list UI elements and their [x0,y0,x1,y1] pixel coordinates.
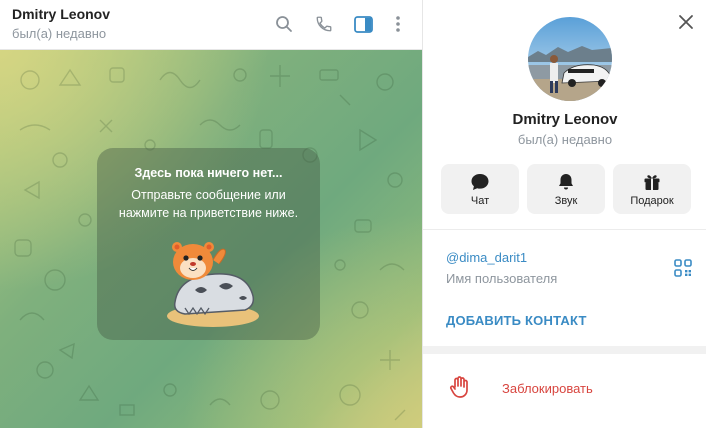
close-icon[interactable] [676,12,696,32]
empty-chat-text: Отправьте сообщение или нажмите на приве… [118,188,299,220]
empty-chat-title: Здесь пока ничего нет... [134,166,283,180]
sound-button-label: Звук [554,195,578,207]
profile-status: был(а) недавно [517,132,613,147]
block-user-button[interactable]: Заблокировать [423,362,706,414]
chat-header: Dmitry Leonov был(а) недавно [0,0,422,50]
profile-name: Dmitry Leonov [512,111,618,128]
sidebar-toggle-icon[interactable] [352,13,374,35]
add-contact-button[interactable]: ДОБАВИТЬ КОНТАКТ [446,313,587,328]
gift-button[interactable]: Подарок [613,164,691,214]
chat-icon [471,174,489,190]
divider [423,229,706,230]
username-label: Имя пользователя [446,271,558,286]
username-link[interactable]: @dima_darit1 [446,250,527,265]
phone-icon[interactable] [313,13,335,35]
gift-icon [644,175,660,190]
chat-title[interactable]: Dmitry Leonov [12,6,110,22]
profile-panel: Dmitry Leonov был(а) недавно Чат Звук По… [422,0,706,428]
search-icon[interactable] [273,13,295,35]
chat-area: Dmitry Leonov был(а) недавно Здесь пока … [0,0,422,428]
chat-button[interactable]: Чат [441,164,519,214]
bell-icon [559,174,573,190]
empty-chat-card: Здесь пока ничего нет... Отправьте сообщ… [97,148,320,340]
greeting-sticker[interactable] [155,232,265,328]
more-vertical-icon[interactable] [387,13,409,35]
avatar[interactable] [528,17,612,101]
section-divider [423,346,706,354]
block-user-label: Заблокировать [502,381,593,396]
chat-background: Здесь пока ничего нет... Отправьте сообщ… [0,50,422,428]
chat-status: был(а) недавно [12,26,107,41]
gift-button-label: Подарок [630,195,674,207]
hand-stop-icon [449,376,468,398]
sound-button[interactable]: Звук [527,164,605,214]
profile-actions: Чат Звук Подарок [441,164,691,214]
chat-button-label: Чат [470,195,490,207]
qr-code-icon[interactable] [674,259,692,277]
